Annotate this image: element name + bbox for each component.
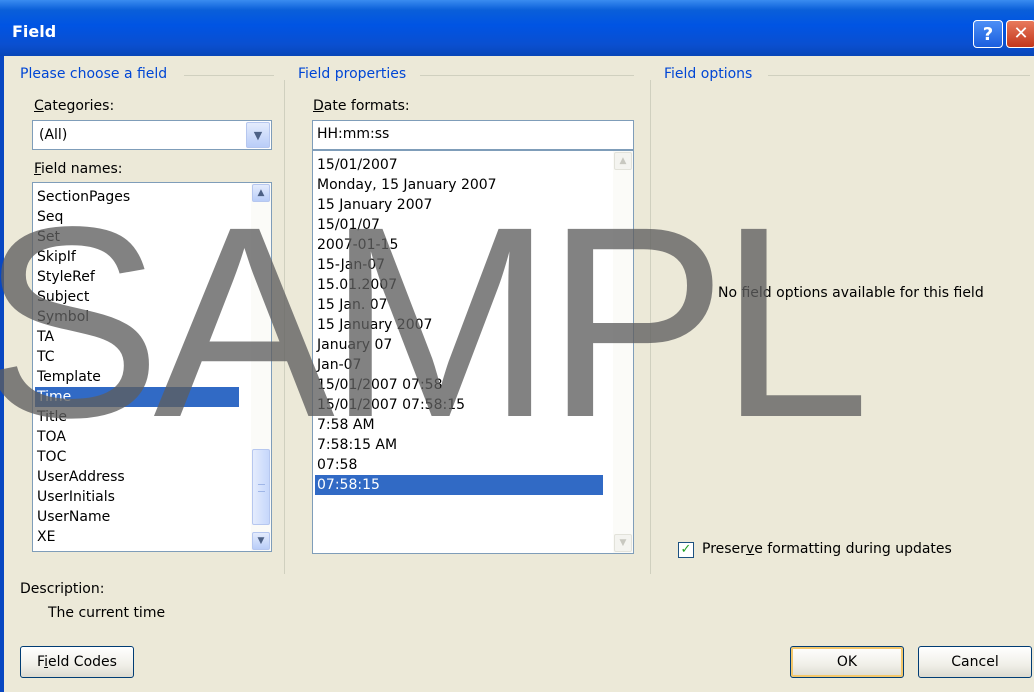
scroll-down-icon[interactable]: ▼ bbox=[252, 532, 270, 550]
field-name-item[interactable]: Set bbox=[37, 227, 60, 247]
scroll-thumb[interactable] bbox=[252, 449, 270, 525]
field-name-item[interactable]: SectionPages bbox=[37, 187, 130, 207]
date-format-item[interactable]: 15 Jan. 07 bbox=[317, 295, 388, 315]
preserve-formatting-label: Preserve formatting during updates bbox=[702, 541, 952, 557]
group-divider bbox=[184, 75, 274, 76]
field-name-item[interactable]: TOC bbox=[37, 447, 66, 467]
group-separator bbox=[284, 80, 285, 574]
field-name-item[interactable]: Subject bbox=[37, 287, 89, 307]
help-icon: ? bbox=[982, 24, 994, 45]
group-header-options: Field options bbox=[664, 66, 753, 82]
date-format-item[interactable]: 15-Jan-07 bbox=[317, 255, 385, 275]
field-name-item[interactable]: Seq bbox=[37, 207, 63, 227]
date-format-item[interactable]: 07:58 bbox=[317, 455, 357, 475]
field-name-item[interactable]: XE bbox=[37, 527, 55, 547]
help-button[interactable]: ? bbox=[973, 20, 1003, 48]
cancel-button[interactable]: Cancel bbox=[918, 646, 1032, 678]
categories-label: Categories: bbox=[34, 98, 115, 114]
checkmark-icon: ✓ bbox=[680, 542, 692, 557]
date-formats-list[interactable]: 07:58:15 07:58 7:58:15 AM 7:58 AM 15/01/2007… bbox=[312, 150, 634, 554]
date-format-item[interactable]: 15/01/07 bbox=[317, 215, 380, 235]
field-name-item[interactable]: Symbol bbox=[37, 307, 89, 327]
field-name-item[interactable]: Template bbox=[37, 367, 101, 387]
group-divider bbox=[768, 75, 1030, 76]
date-format-item[interactable]: 7:58:15 AM bbox=[317, 435, 397, 455]
field-name-item[interactable]: SkipIf bbox=[37, 247, 76, 267]
date-formats-scrollbar[interactable]: ▲ ▼ bbox=[613, 151, 633, 553]
field-name-item[interactable]: Title bbox=[37, 407, 67, 427]
date-format-item[interactable]: 15 January 2007 bbox=[317, 315, 432, 335]
group-separator bbox=[650, 80, 651, 574]
categories-dropdown[interactable]: (All) ▼ bbox=[32, 120, 272, 150]
field-names-label: Field names: bbox=[34, 161, 123, 177]
field-names-list[interactable]: XE UserName UserInitials UserAddress TOC TOA T… bbox=[32, 182, 272, 552]
field-names-scrollbar[interactable]: ▲ ▼ bbox=[251, 183, 271, 551]
group-header-properties: Field properties bbox=[298, 66, 407, 82]
date-format-item[interactable]: 15 January 2007 bbox=[317, 195, 432, 215]
title-bar: Field ? ✕ bbox=[0, 0, 1034, 56]
date-format-input[interactable]: HH:mm:ss bbox=[312, 120, 634, 150]
scroll-down-icon[interactable]: ▼ bbox=[614, 534, 632, 552]
field-name-item[interactable]: UserInitials bbox=[37, 487, 115, 507]
field-name-item[interactable]: UserAddress bbox=[37, 467, 125, 487]
date-format-item[interactable]: 15.01.2007 bbox=[317, 275, 397, 295]
group-divider bbox=[420, 75, 634, 76]
date-formats-label: Date formats: bbox=[313, 98, 410, 114]
window-frame bbox=[0, 56, 4, 692]
scroll-up-icon[interactable]: ▲ bbox=[614, 152, 632, 170]
ok-button[interactable]: OK bbox=[790, 646, 904, 678]
field-name-item[interactable]: TC bbox=[37, 347, 55, 367]
categories-value: (All) bbox=[39, 127, 68, 143]
no-options-message: No field options available for this fiel… bbox=[718, 285, 984, 301]
field-name-item[interactable]: TOA bbox=[37, 427, 66, 447]
field-codes-button[interactable]: Field Codes bbox=[20, 646, 134, 678]
description-label: Description: bbox=[20, 581, 105, 597]
scroll-up-icon[interactable]: ▲ bbox=[252, 184, 270, 202]
window-title: Field bbox=[12, 22, 57, 41]
close-icon: ✕ bbox=[1013, 23, 1029, 44]
field-name-item[interactable]: UserName bbox=[37, 507, 110, 527]
date-format-item[interactable]: January 07 bbox=[317, 335, 392, 355]
field-name-item[interactable]: StyleRef bbox=[37, 267, 95, 287]
description-text: The current time bbox=[48, 605, 166, 621]
date-format-item[interactable]: 15/01/2007 07:58:15 bbox=[317, 395, 465, 415]
date-format-item[interactable]: 15/01/2007 07:58 bbox=[317, 375, 443, 395]
group-header-choose: Please choose a field bbox=[20, 66, 168, 82]
field-name-item[interactable]: Time bbox=[35, 387, 239, 407]
date-format-item[interactable]: Jan-07 bbox=[317, 355, 361, 375]
close-button[interactable]: ✕ bbox=[1006, 20, 1034, 48]
chevron-down-icon[interactable]: ▼ bbox=[246, 122, 270, 148]
date-format-item[interactable]: Monday, 15 January 2007 bbox=[317, 175, 497, 195]
date-format-item[interactable]: 15/01/2007 bbox=[317, 155, 398, 175]
date-format-item[interactable]: 2007-01-15 bbox=[317, 235, 398, 255]
preserve-formatting-checkbox[interactable]: ✓ bbox=[678, 542, 694, 558]
date-format-item[interactable]: 07:58:15 bbox=[315, 475, 603, 495]
field-name-item[interactable]: TA bbox=[37, 327, 54, 347]
date-format-item[interactable]: 7:58 AM bbox=[317, 415, 375, 435]
